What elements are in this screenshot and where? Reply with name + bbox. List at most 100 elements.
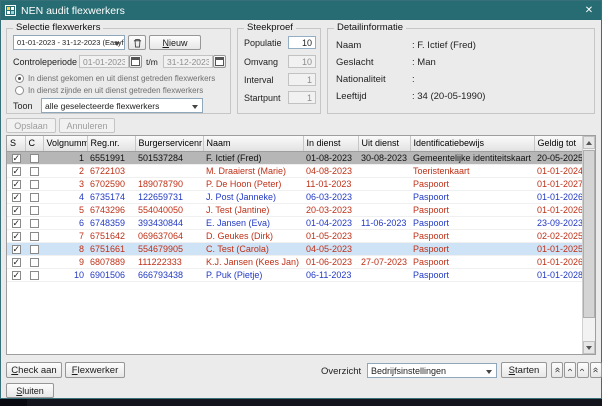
title-bar[interactable]: NEN audit flexwerkers ✕ [1,1,601,20]
nieuw-button[interactable]: Nieuw [149,35,201,50]
column-header-volgnumm-[interactable]: Volgnumm... [43,136,87,151]
c-checkbox[interactable] [30,245,39,254]
table-row[interactable]: 36702590189078790P. De Hoon (Peter)11-01… [7,177,584,190]
scroll-up-button[interactable] [583,136,595,149]
s-checkbox[interactable] [12,258,21,267]
c-checkbox[interactable] [30,232,39,241]
c-checkbox-cell [25,190,43,203]
toon-select[interactable]: alle geselecteerde flexwerkers [41,98,203,113]
s-checkbox-cell [7,268,25,281]
regnr-cell: 6751661 [87,242,135,255]
starten-button[interactable]: Starten [501,362,547,378]
bsn-cell: 189078790 [135,177,203,190]
s-checkbox[interactable] [12,154,21,163]
bsn-cell: 666793438 [135,268,203,281]
table-row[interactable]: 46735174122659731J. Post (Janneke)06-03-… [7,190,584,203]
omvang-input[interactable] [288,55,316,68]
date-from-input[interactable] [79,55,129,68]
trash-icon [133,38,142,48]
table-row[interactable]: 26722103M. Draaierst (Marie)04-08-2023To… [7,164,584,177]
c-checkbox[interactable] [30,206,39,215]
populatie-input[interactable] [288,36,316,49]
scrollbar-thumb[interactable] [583,150,595,318]
table-row[interactable]: 106901506666793438P. Puk (Pietje)06-11-2… [7,268,584,281]
c-checkbox[interactable] [30,180,39,189]
geldig-tot-cell: 01-01-2024 [534,164,584,177]
close-button[interactable]: ✕ [577,1,601,20]
startpunt-input[interactable] [288,91,316,104]
screen: NEN audit flexwerkers ✕ Selectie flexwer… [0,0,602,406]
s-checkbox[interactable] [12,232,21,241]
sluiten-button[interactable]: Sluiten [6,383,54,398]
first-record-button[interactable]: « [551,362,563,378]
bsn-cell: 122659731 [135,190,203,203]
geslacht-label: Geslacht [336,57,374,68]
c-checkbox[interactable] [30,258,39,267]
table-row[interactable]: 66748359393430844E. Jansen (Eva)01-04-20… [7,216,584,229]
radio-in-dienst-gekomen-label: In dienst gekomen en uit dienst getreden… [28,74,215,83]
s-checkbox[interactable] [12,219,21,228]
date-to-input[interactable] [163,55,213,68]
regnr-cell: 6702590 [87,177,135,190]
table-row[interactable]: 76751642069637064D. Geukes (Dirk)01-05-2… [7,229,584,242]
column-header-naam[interactable]: Naam [203,136,303,151]
c-checkbox[interactable] [30,154,39,163]
table-row[interactable]: 86751661554679905C. Test (Carola)04-05-2… [7,242,584,255]
overzicht-select[interactable]: Bedrijfsinstellingen [367,363,497,378]
bsn-cell: 111222333 [135,255,203,268]
column-header-geldig-tot[interactable]: Geldig tot [534,136,584,151]
c-checkbox[interactable] [30,193,39,202]
column-header-uit-dienst[interactable]: Uit dienst [358,136,410,151]
table-row[interactable]: 16551991501537284F. Ictief (Fred)01-08-2… [7,151,584,164]
c-checkbox[interactable] [30,271,39,280]
delete-period-button[interactable] [128,35,146,50]
table-row[interactable]: 56743296554040050J. Test (Jantine)20-03-… [7,203,584,216]
column-header-in-dienst[interactable]: In dienst [303,136,358,151]
interval-input[interactable] [288,73,316,86]
table-header-row: SCVolgnumm...Reg.nr.BurgerservicenrNaamI… [7,136,584,151]
scroll-down-button[interactable] [583,341,595,354]
previous-record-button[interactable]: ‹ [564,362,576,378]
s-checkbox[interactable] [12,180,21,189]
check-aan-button[interactable]: Check aan [6,362,62,378]
regnr-cell: 6751642 [87,229,135,242]
uit-dienst-cell [358,242,410,255]
column-header-c[interactable]: C [25,136,43,151]
annuleren-button[interactable]: Annuleren [59,118,115,133]
s-checkbox[interactable] [12,167,21,176]
next-record-button[interactable]: › [577,362,589,378]
radio-in-dienst-zijnde[interactable] [15,86,24,95]
period-select[interactable]: 01-01-2023 - 31-12-2023 (Easyflex) [13,35,125,50]
column-header-burgerservicenr[interactable]: Burgerservicenr [135,136,203,151]
overzicht-select-value: Bedrijfsinstellingen [371,366,446,376]
date-to-calendar-button[interactable] [213,55,226,68]
chevron-down-icon [486,370,492,374]
radio-in-dienst-gekomen[interactable] [15,74,24,83]
column-header-reg-nr-[interactable]: Reg.nr. [87,136,135,151]
flexwerker-button[interactable]: Flexwerker [65,362,125,378]
regnr-cell: 6743296 [87,203,135,216]
table-row[interactable]: 96807889111222333K.J. Jansen (Kees Jan)0… [7,255,584,268]
volgnummer-cell: 8 [43,242,87,255]
bsn-cell: 554040050 [135,203,203,216]
volgnummer-cell: 7 [43,229,87,242]
column-header-identificatiebewijs[interactable]: Identificatiebewijs [410,136,534,151]
table-scrollbar[interactable] [582,136,595,354]
s-checkbox[interactable] [12,193,21,202]
s-checkbox-cell [7,164,25,177]
s-checkbox[interactable] [12,206,21,215]
last-record-button[interactable]: » [590,362,602,378]
opslaan-button[interactable]: Opslaan [6,118,56,133]
date-from-calendar-button[interactable] [129,55,142,68]
column-header-s[interactable]: S [7,136,25,151]
c-checkbox-cell [25,229,43,242]
flexworkers-table: SCVolgnumm...Reg.nr.BurgerservicenrNaamI… [7,136,585,282]
in-dienst-cell: 06-03-2023 [303,190,358,203]
s-checkbox[interactable] [12,245,21,254]
c-checkbox[interactable] [30,167,39,176]
naam-cell: J. Test (Jantine) [203,203,303,216]
uit-dienst-cell [358,190,410,203]
c-checkbox[interactable] [30,219,39,228]
bsn-cell [135,164,203,177]
s-checkbox[interactable] [12,271,21,280]
